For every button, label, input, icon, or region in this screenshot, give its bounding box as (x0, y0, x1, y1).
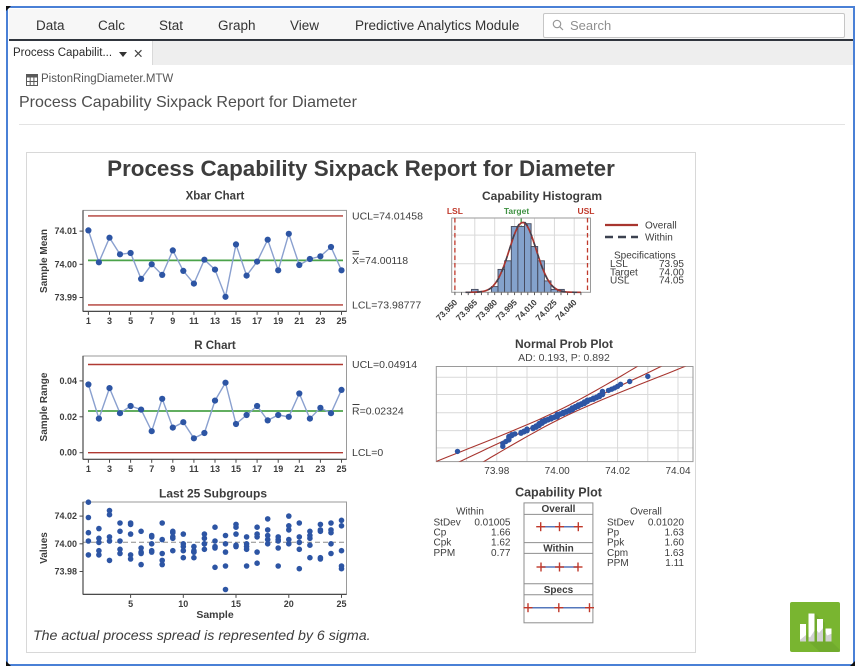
svg-text:Process Capability Sixpack Rep: Process Capability Sixpack Report for Di… (107, 156, 615, 181)
svg-text:17: 17 (252, 464, 262, 474)
svg-text:0.77: 0.77 (491, 548, 511, 559)
svg-text:USL: USL (578, 206, 595, 216)
svg-text:11: 11 (189, 464, 199, 474)
svg-text:0.00: 0.00 (59, 448, 77, 458)
svg-text:23: 23 (315, 316, 325, 326)
svg-text:Sample Range: Sample Range (39, 372, 50, 441)
svg-text:11: 11 (189, 316, 199, 326)
svg-text:1.11: 1.11 (665, 558, 684, 569)
svg-text:74.01: 74.01 (54, 226, 77, 236)
svg-text:23: 23 (315, 464, 325, 474)
svg-text:19: 19 (273, 464, 283, 474)
svg-text:Values: Values (39, 532, 50, 564)
svg-text:25: 25 (336, 316, 346, 326)
svg-text:Specs: Specs (544, 585, 574, 596)
svg-text:19: 19 (273, 316, 283, 326)
svg-text:0.02: 0.02 (59, 412, 77, 422)
svg-text:Normal Prob Plot: Normal Prob Plot (515, 337, 613, 351)
svg-text:73.98: 73.98 (54, 567, 77, 577)
svg-text:PPM: PPM (434, 548, 456, 559)
svg-text:UCL=0.04914: UCL=0.04914 (352, 359, 417, 371)
svg-text:Xbar Chart: Xbar Chart (186, 191, 245, 203)
svg-text:74.00: 74.00 (54, 539, 77, 549)
svg-text:13: 13 (210, 464, 220, 474)
svg-text:73.99: 73.99 (54, 293, 77, 303)
svg-text:3: 3 (107, 316, 112, 326)
svg-text:1: 1 (86, 464, 91, 474)
svg-text:Overall: Overall (542, 504, 576, 515)
svg-text:74.02: 74.02 (54, 511, 77, 521)
svg-text:15: 15 (231, 599, 241, 609)
svg-text:74.04: 74.04 (665, 466, 690, 477)
svg-text:5: 5 (128, 464, 133, 474)
svg-text:Within: Within (456, 507, 484, 518)
svg-text:LCL=0: LCL=0 (352, 447, 383, 459)
svg-text:74.05: 74.05 (659, 276, 684, 287)
svg-text:PPM: PPM (607, 558, 629, 569)
svg-text:10: 10 (178, 599, 188, 609)
svg-text:AD: 0.193, P: 0.892: AD: 0.193, P: 0.892 (518, 352, 610, 364)
svg-text:1: 1 (86, 316, 91, 326)
svg-text:Target: Target (504, 206, 530, 216)
svg-text:The actual process spread is r: The actual process spread is represented… (33, 628, 371, 644)
svg-text:25: 25 (336, 599, 346, 609)
svg-text:21: 21 (294, 316, 304, 326)
svg-text:Sample Mean: Sample Mean (39, 229, 50, 293)
svg-text:13: 13 (210, 316, 220, 326)
svg-text:R=0.02324: R=0.02324 (352, 406, 404, 418)
svg-text:15: 15 (231, 316, 241, 326)
svg-text:R Chart: R Chart (194, 340, 236, 352)
svg-text:USL: USL (610, 276, 630, 287)
svg-text:LCL=73.98777: LCL=73.98777 (352, 299, 421, 311)
svg-text:Sample: Sample (196, 609, 234, 621)
svg-text:5: 5 (128, 316, 133, 326)
svg-text:7: 7 (149, 316, 154, 326)
svg-text:74.00: 74.00 (54, 259, 77, 269)
svg-text:Capability Histogram: Capability Histogram (482, 189, 602, 203)
svg-text:20: 20 (284, 599, 294, 609)
svg-text:Overall: Overall (630, 507, 662, 518)
svg-text:9: 9 (170, 316, 175, 326)
svg-text:9: 9 (170, 464, 175, 474)
svg-text:Overall: Overall (645, 221, 677, 232)
svg-text:74.02: 74.02 (605, 466, 630, 477)
svg-text:Within: Within (543, 544, 573, 555)
svg-text:Capability Plot: Capability Plot (515, 486, 603, 500)
svg-text:15: 15 (231, 464, 241, 474)
svg-text:Within: Within (645, 233, 673, 244)
svg-text:0.04: 0.04 (59, 376, 77, 386)
svg-text:25: 25 (336, 464, 346, 474)
svg-text:3: 3 (107, 464, 112, 474)
svg-text:LSL: LSL (447, 206, 463, 216)
svg-text:Last 25 Subgroups: Last 25 Subgroups (159, 487, 267, 501)
svg-text:5: 5 (128, 599, 133, 609)
svg-text:UCL=74.01458: UCL=74.01458 (352, 210, 423, 222)
svg-text:17: 17 (252, 316, 262, 326)
svg-text:74.00: 74.00 (545, 466, 570, 477)
svg-text:7: 7 (149, 464, 154, 474)
svg-text:21: 21 (294, 464, 304, 474)
svg-text:X=74.00118: X=74.00118 (352, 255, 408, 267)
svg-text:73.98: 73.98 (484, 466, 509, 477)
